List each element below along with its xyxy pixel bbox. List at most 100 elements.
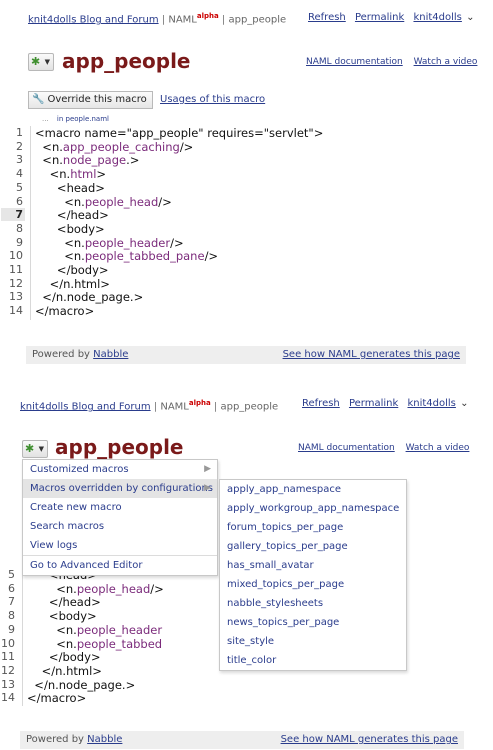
page-title: app_people: [62, 49, 191, 73]
line-number: 10: [9, 249, 23, 263]
code-line: <n.people_header/>: [35, 235, 184, 250]
line-number: 3: [16, 153, 23, 167]
line-number: 12: [1, 663, 15, 677]
code-line: <n.html>: [35, 167, 107, 182]
menu-item-advanced-editor[interactable]: Go to Advanced Editor: [23, 556, 217, 575]
code-line: </head>: [35, 208, 109, 223]
file-bar: ... in people.naml: [42, 115, 109, 123]
see-how-naml-link[interactable]: See how NAML generates this page: [281, 731, 458, 749]
code-line: </macro>: [35, 304, 95, 319]
footer: Powered by Nabble See how NAML generates…: [20, 731, 464, 749]
code-line: </n.html>: [27, 663, 102, 678]
line-number: 12: [9, 276, 23, 290]
alpha-badge: alpha: [188, 399, 211, 407]
line-number: 14: [1, 691, 15, 705]
file-ellipsis[interactable]: ...: [42, 115, 49, 123]
submenu-item-title-color[interactable]: title_color: [220, 651, 406, 670]
line-number: 11: [9, 263, 23, 276]
top-breadcrumb: knit4dolls Blog and Forum | NAMLalpha | …: [20, 399, 278, 412]
user-menu-link[interactable]: knit4dolls: [407, 398, 455, 409]
menu-item-search-macros[interactable]: Search macros: [23, 517, 217, 536]
refresh-link[interactable]: Refresh: [302, 398, 340, 409]
code-line: <body>: [27, 609, 97, 624]
refresh-link[interactable]: Refresh: [308, 12, 346, 23]
powered-by-text: Powered by: [26, 734, 84, 745]
code-line: </body>: [27, 650, 101, 665]
naml-documentation-link[interactable]: NAML documentation: [298, 443, 395, 453]
code-line: </n.html>: [35, 276, 110, 291]
breadcrumb-separator: |: [221, 14, 226, 26]
file-name[interactable]: in people.naml: [57, 115, 109, 123]
chevron-down-icon: ▼: [38, 445, 44, 453]
naml-documentation-link[interactable]: NAML documentation: [306, 57, 403, 67]
gear-icon: ✱: [31, 55, 41, 68]
submenu-item-apply-app-namespace[interactable]: apply_app_namespace: [220, 480, 406, 499]
user-menu-caret-icon[interactable]: ⌄: [466, 12, 474, 23]
gear-menu-button[interactable]: ✱ ▼: [28, 53, 54, 71]
code-line: </head>: [27, 595, 101, 610]
menu-item-customized-macros[interactable]: Customized macros ▶: [23, 460, 217, 479]
line-number: 9: [16, 235, 23, 249]
footer: Powered by Nabble See how NAML generates…: [26, 346, 466, 364]
line-number: 14: [9, 304, 23, 318]
watch-video-link[interactable]: Watch a video: [414, 57, 478, 67]
user-menu-caret-icon[interactable]: ⌄: [460, 398, 468, 409]
code-editor[interactable]: 1 <macro name="app_people" requires="serv…: [1, 126, 460, 320]
blog-forum-link[interactable]: knit4dolls Blog and Forum: [20, 401, 151, 412]
code-line: <n.people_tabbed: [27, 636, 163, 651]
menu-item-macros-overridden[interactable]: Macros overridden by configurations ▶: [23, 479, 217, 498]
line-number: 8: [8, 609, 15, 623]
gear-dropdown-menu: Customized macros ▶ Macros overridden by …: [22, 459, 218, 576]
submenu-item-forum-topics-per-page[interactable]: forum_topics_per_page: [220, 518, 406, 537]
chevron-right-icon: ▶: [204, 483, 211, 493]
submenu-item-nabble-stylesheets[interactable]: nabble_stylesheets: [220, 594, 406, 613]
submenu-item-apply-workgroup-app-namespace[interactable]: apply_workgroup_app_namespace: [220, 499, 406, 518]
line-number: 13: [1, 677, 15, 691]
line-number: 2: [16, 139, 23, 153]
line-number: 4: [16, 167, 23, 181]
nabble-link[interactable]: Nabble: [87, 734, 122, 745]
watch-video-link[interactable]: Watch a video: [406, 443, 470, 453]
code-editor[interactable]: 5 <head>6 <n.people_head/>7 </head>8 <bo…: [1, 568, 222, 706]
top-links: Refresh Permalink knit4dolls ⌄: [302, 12, 474, 23]
override-macro-button[interactable]: 🔧 Override this macro: [28, 91, 153, 109]
permalink-link[interactable]: Permalink: [355, 12, 404, 23]
submenu-item-mixed-topics-per-page[interactable]: mixed_topics_per_page: [220, 575, 406, 594]
line-number: 1: [16, 126, 23, 139]
submenu-item-has-small-avatar[interactable]: has_small_avatar: [220, 556, 406, 575]
page-title: app_people: [55, 435, 184, 459]
permalink-link[interactable]: Permalink: [349, 398, 398, 409]
usages-link[interactable]: Usages of this macro: [160, 94, 265, 105]
submenu-item-gallery-topics-per-page[interactable]: gallery_topics_per_page: [220, 537, 406, 556]
line-number: 9: [8, 622, 15, 636]
line-number: 10: [1, 636, 15, 650]
code-line: <macro name="app_people" requires="servl…: [35, 126, 324, 140]
code-line: </n.node_page.>: [35, 290, 144, 305]
gear-menu-button[interactable]: ✱ ▼: [22, 440, 48, 458]
menu-item-view-logs[interactable]: View logs: [23, 536, 217, 555]
submenu-item-site-style[interactable]: site_style: [220, 632, 406, 651]
code-line: </body>: [35, 263, 109, 277]
breadcrumb-separator: |: [153, 401, 158, 413]
menu-item-create-new-macro[interactable]: Create new macro: [23, 498, 217, 517]
code-line: <n.people_header: [27, 622, 163, 637]
breadcrumb-separator: |: [161, 14, 166, 26]
code-line: </macro>: [27, 691, 87, 706]
line-number: 7: [8, 595, 15, 609]
line-number: 5: [16, 180, 23, 194]
naml-label: NAML: [160, 401, 189, 413]
nabble-link[interactable]: Nabble: [93, 349, 128, 360]
see-how-naml-link[interactable]: See how NAML generates this page: [283, 346, 460, 364]
wrench-icon: 🔧: [32, 94, 45, 105]
doc-links: NAML documentation Watch a video: [290, 443, 469, 453]
code-line: <n.node_page.>: [35, 153, 140, 168]
user-menu-link[interactable]: knit4dolls: [413, 12, 461, 23]
submenu-item-news-topics-per-page[interactable]: news_topics_per_page: [220, 613, 406, 632]
code-line: <n.people_head/>: [35, 194, 172, 209]
chevron-down-icon: ▼: [44, 58, 50, 66]
code-line: <head>: [35, 180, 105, 195]
line-number: 11: [1, 650, 15, 664]
chevron-right-icon: ▶: [204, 464, 211, 474]
naml-label: NAML: [168, 14, 197, 26]
blog-forum-link[interactable]: knit4dolls Blog and Forum: [28, 14, 159, 25]
